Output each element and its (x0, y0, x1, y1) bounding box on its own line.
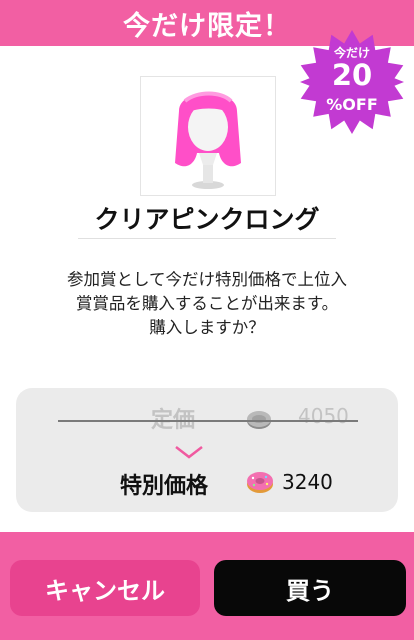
discount-badge: 今だけ 20 %OFF (298, 28, 406, 136)
pink-hair-mannequin-icon (175, 91, 241, 189)
item-name: クリアピンクロング (94, 205, 320, 234)
price-panel: 定価 4050 特別価格 3240 (16, 388, 398, 512)
regular-price-value: 4050 (298, 404, 349, 428)
header-title: 今だけ限定！ (123, 10, 291, 42)
description-line: 購入しますか？ (149, 318, 265, 337)
regular-price-label: 定価 (151, 408, 196, 433)
chevron-down-icon (175, 446, 203, 459)
buy-button[interactable]: 買う (214, 560, 406, 616)
strikethrough-line (58, 420, 358, 422)
badge-percent: 20 (331, 58, 373, 92)
cancel-button[interactable]: キャンセル (10, 560, 200, 616)
item-image-frame (140, 76, 276, 196)
description-text: 参加賞として今だけ特別価格で上位入 賞賞品を購入することが出来ます。 購入します… (20, 268, 394, 340)
special-price-value: 3240 (282, 470, 333, 494)
divider (78, 238, 336, 239)
badge-off: %OFF (326, 95, 378, 114)
description-line: 賞賞品を購入することが出来ます。 (75, 294, 339, 313)
donut-icon (247, 472, 273, 493)
special-price-label: 特別価格 (120, 474, 209, 499)
description-line: 参加賞として今だけ特別価格で上位入 (66, 270, 347, 289)
